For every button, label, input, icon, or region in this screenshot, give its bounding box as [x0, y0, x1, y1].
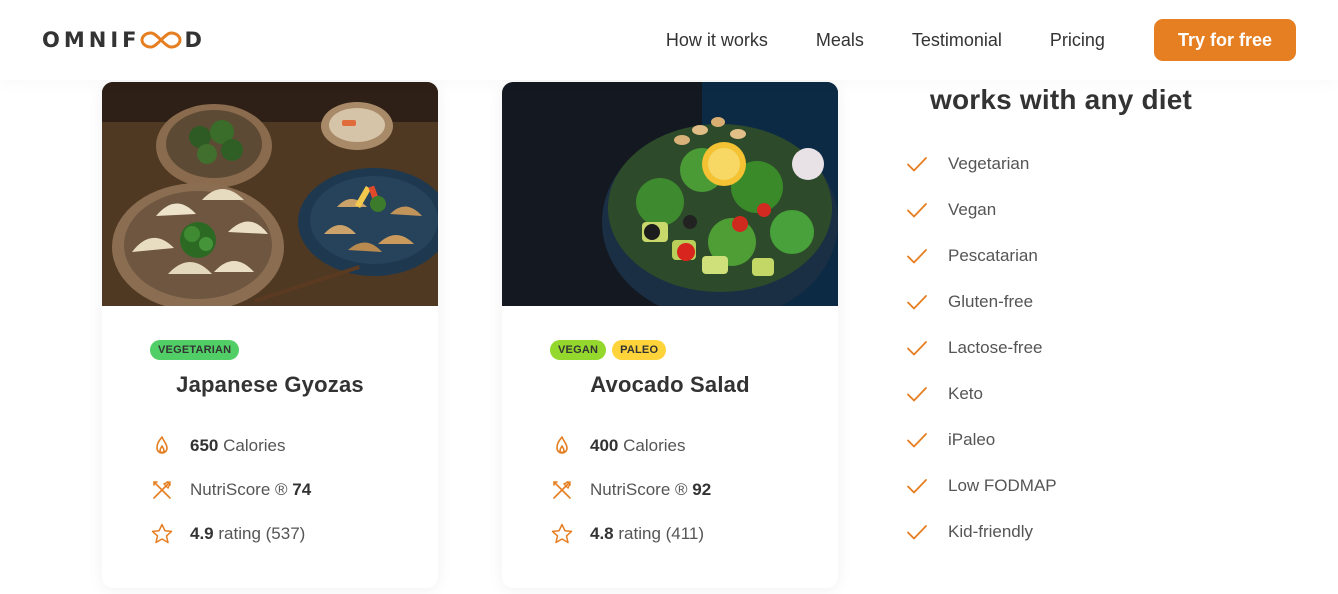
- meal-image-avocado-salad: [502, 82, 838, 306]
- checkmark-icon: [907, 341, 927, 356]
- checkmark-icon: [907, 387, 927, 402]
- meal-attributes: 400 Calories NutriScore ® 92 4.8 rating …: [550, 424, 790, 556]
- main-nav: How it works Meals Testimonial Pricing T…: [666, 19, 1296, 61]
- diet-item: Vegan: [905, 187, 1057, 233]
- nav-link-meals[interactable]: Meals: [816, 30, 864, 51]
- star-icon: [551, 523, 573, 544]
- meal-card-japanese-gyozas: VEGETARIAN Japanese Gyozas 650 Calories …: [102, 82, 438, 588]
- meal-rating: 4.9 rating (537): [150, 512, 390, 556]
- meal-title: Avocado Salad: [590, 372, 750, 397]
- checkmark-icon: [907, 525, 927, 540]
- checkmark-icon: [907, 433, 927, 448]
- checkmark-icon: [907, 157, 927, 172]
- nav-link-testimonial[interactable]: Testimonial: [912, 30, 1002, 51]
- flame-icon: [156, 436, 168, 454]
- omnifood-logo[interactable]: OMNIF D: [42, 28, 206, 52]
- logo-text-right: D: [184, 28, 206, 52]
- diet-item: Vegetarian: [905, 141, 1057, 187]
- tag-vegan: VEGAN: [550, 340, 607, 360]
- meal-nutriscore: NutriScore ® 92: [550, 468, 790, 512]
- checkmark-icon: [907, 249, 927, 264]
- diet-item: Gluten-free: [905, 279, 1057, 325]
- flame-icon: [556, 436, 568, 454]
- meal-title: Japanese Gyozas: [176, 372, 364, 397]
- diet-list-title: works with any diet: [930, 84, 1193, 115]
- diet-item: iPaleo: [905, 417, 1057, 463]
- nav-link-how-it-works[interactable]: How it works: [666, 30, 768, 51]
- diet-item: Pescatarian: [905, 233, 1057, 279]
- meal-tags: VEGAN PALEO: [550, 340, 790, 360]
- meal-card-avocado-salad: VEGAN PALEO Avocado Salad 400 Calories N…: [502, 82, 838, 588]
- nav-link-pricing[interactable]: Pricing: [1050, 30, 1105, 51]
- diet-item: Keto: [905, 371, 1057, 417]
- meal-rating: 4.8 rating (411): [550, 512, 790, 556]
- meal-tags: VEGETARIAN: [150, 340, 390, 360]
- checkmark-icon: [907, 479, 927, 494]
- meal-image-japanese-gyozas: [102, 82, 438, 306]
- diet-item: Low FODMAP: [905, 463, 1057, 509]
- meal-nutriscore: NutriScore ® 74: [150, 468, 390, 512]
- tag-paleo: PALEO: [612, 340, 667, 360]
- meal-attributes: 650 Calories NutriScore ® 74 4.9 rating …: [150, 424, 390, 556]
- diet-list: Vegetarian Vegan Pescatarian Gluten-free…: [905, 141, 1057, 555]
- meal-calories: 650 Calories: [150, 424, 390, 468]
- try-for-free-button[interactable]: Try for free: [1153, 19, 1296, 61]
- site-header: OMNIF D How it works Meals Testimonial P…: [0, 0, 1338, 80]
- star-icon: [151, 523, 173, 544]
- diet-item: Lactose-free: [905, 325, 1057, 371]
- fork-knife-icon: [553, 481, 571, 499]
- checkmark-icon: [907, 203, 927, 218]
- logo-text-left: OMNIF: [42, 28, 141, 52]
- tag-vegetarian: VEGETARIAN: [150, 340, 240, 360]
- checkmark-icon: [907, 295, 927, 310]
- diet-item: Kid-friendly: [905, 509, 1057, 555]
- infinity-logo-icon: [140, 31, 182, 49]
- meal-calories: 400 Calories: [550, 424, 790, 468]
- fork-knife-icon: [153, 481, 171, 499]
